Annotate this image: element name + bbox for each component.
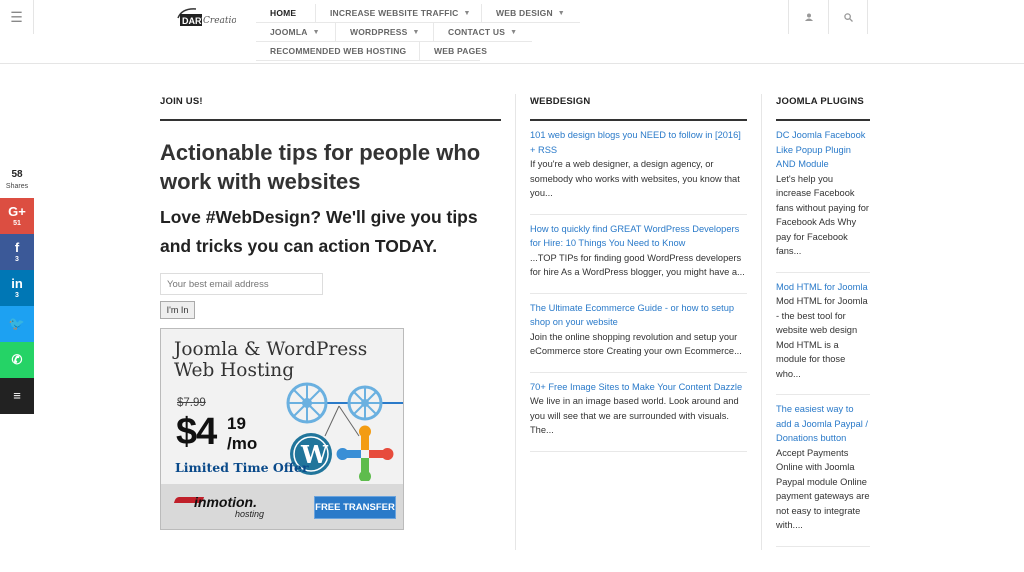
- join-subhead: Love #WebDesign? We'll give you tips and…: [160, 207, 478, 256]
- joomla-plugins-section: JOOMLA PLUGINS DC Joomla Facebook Like P…: [776, 96, 870, 547]
- post-link[interactable]: 101 web design blogs you NEED to follow …: [530, 128, 747, 157]
- column-divider: [515, 94, 516, 550]
- google-plus-share-button[interactable]: G+ 51: [0, 198, 34, 234]
- caret-down-icon: ▼: [412, 28, 420, 36]
- nav-item-wordpress[interactable]: WORDPRESS ▼: [336, 23, 434, 42]
- share-count-label: Shares: [5, 183, 29, 190]
- nav-item-label: CONTACT US: [448, 27, 506, 37]
- caret-down-icon: ▼: [463, 9, 471, 17]
- post-excerpt: Accept Payments Online with Joomla Paypa…: [776, 447, 870, 531]
- linkedin-icon: in: [11, 275, 23, 291]
- email-field[interactable]: [160, 273, 323, 295]
- post-excerpt: ...TOP TIPs for finding good WordPress d…: [530, 252, 745, 278]
- site-header: ☰ DART Creations HOME INCREASE WEBSITE TR…: [0, 0, 1024, 64]
- google-plus-share-count: 51: [13, 219, 21, 227]
- nav-item-label: JOOMLA: [270, 27, 308, 37]
- caret-down-icon: ▼: [510, 28, 518, 36]
- post-excerpt: Let's help you increase Facebook fans wi…: [776, 173, 870, 257]
- nav-item-label: RECOMMENDED WEB HOSTING: [270, 46, 407, 56]
- menu-icon[interactable]: ☰: [0, 0, 34, 34]
- post-item: 70+ Free Image Sites to Make Your Conten…: [530, 373, 747, 452]
- join-headline: Actionable tips for people who work with…: [160, 140, 481, 194]
- facebook-share-count: 3: [15, 255, 19, 263]
- post-item: 101 web design blogs you NEED to follow …: [530, 121, 747, 215]
- join-title: JOIN US!: [160, 96, 501, 121]
- nav-row: JOOMLA ▼ WORDPRESS ▼ CONTACT US ▼: [256, 23, 580, 42]
- site-logo[interactable]: DART Creations: [176, 6, 248, 28]
- post-link[interactable]: The Ultimate Ecommerce Guide - or how to…: [530, 301, 747, 330]
- ad-offer: Limited Time Offer: [175, 460, 309, 475]
- nav-item-label: WORDPRESS: [350, 27, 408, 37]
- post-item: The Ultimate Ecommerce Guide - or how to…: [530, 294, 747, 373]
- whatsapp-icon: ✆: [11, 352, 23, 367]
- caret-down-icon: ▼: [312, 28, 320, 36]
- post-item: Mod HTML for Joomla Mod HTML for Joomla -…: [776, 273, 870, 395]
- twitter-icon: 🐦: [8, 316, 26, 331]
- post-link[interactable]: DC Joomla Facebook Like Popup Plugin AND…: [776, 128, 870, 172]
- webdesign-section: WEBDESIGN 101 web design blogs you NEED …: [530, 96, 747, 452]
- linkedin-share-count: 3: [15, 291, 19, 299]
- free-transfer-button[interactable]: FREE TRANSFER: [314, 496, 396, 519]
- ad-footer: inmotion. hosting FREE TRANSFER: [161, 484, 403, 529]
- nav-row: HOME INCREASE WEBSITE TRAFFIC ▼ WEB DESIGN ▼: [256, 4, 580, 23]
- nav-item-increase-website-traffic[interactable]: INCREASE WEBSITE TRAFFIC ▼: [316, 4, 482, 23]
- user-icon[interactable]: [788, 0, 828, 34]
- twitter-share-button[interactable]: 🐦: [0, 306, 34, 342]
- post-excerpt: We live in an image based world. Look ar…: [530, 396, 739, 435]
- post-excerpt: Join the online shopping revolution and …: [530, 331, 742, 357]
- nav-item-label: INCREASE WEBSITE TRAFFIC: [330, 8, 459, 18]
- post-item: How to quickly find GREAT WordPress Deve…: [530, 215, 747, 294]
- buffer-share-button[interactable]: ≡: [0, 378, 34, 414]
- post-link[interactable]: The easiest way to add a Joomla Paypal /…: [776, 402, 870, 446]
- ad-title: Joomla & WordPress Web Hosting: [174, 339, 368, 381]
- joomla-plugins-title: JOOMLA PLUGINS: [776, 96, 870, 121]
- post-link[interactable]: Mod HTML for Joomla: [776, 280, 870, 295]
- nav-row: RECOMMENDED WEB HOSTING WEB PAGES: [256, 42, 580, 61]
- buffer-icon: ≡: [13, 388, 21, 403]
- nav-item-recommended-web-hosting[interactable]: RECOMMENDED WEB HOSTING: [256, 42, 420, 61]
- ad-old-price: $7.99: [177, 397, 206, 409]
- social-share-bar: 58 Shares G+ 51 f 3 in 3 🐦 ✆ ≡: [0, 168, 34, 414]
- hosting-ad-banner[interactable]: Joomla & WordPress Web Hosting $7.99 $4 …: [160, 328, 404, 530]
- share-count: 58: [11, 169, 23, 180]
- nav-item-label: WEB DESIGN: [496, 8, 553, 18]
- nav-item-web-pages[interactable]: WEB PAGES: [420, 42, 487, 61]
- post-link[interactable]: 70+ Free Image Sites to Make Your Conten…: [530, 380, 747, 395]
- join-section: JOIN US! Actionable tips for people who …: [160, 96, 501, 319]
- ad-price: $4 19 /mo: [176, 411, 258, 453]
- ad-brand: inmotion.: [194, 494, 257, 510]
- svg-text:Creations: Creations: [203, 16, 236, 26]
- facebook-share-button[interactable]: f3: [0, 234, 34, 270]
- nav-item-label: HOME: [270, 8, 297, 18]
- search-icon[interactable]: [828, 0, 868, 34]
- webdesign-title: WEBDESIGN: [530, 96, 747, 121]
- nav-item-contact-us[interactable]: CONTACT US ▼: [434, 23, 532, 42]
- signup-button[interactable]: I'm In: [160, 301, 195, 319]
- post-link[interactable]: How to quickly find GREAT WordPress Deve…: [530, 222, 747, 251]
- nav-item-home[interactable]: HOME: [256, 4, 316, 23]
- facebook-icon: f: [14, 239, 20, 255]
- whatsapp-share-button[interactable]: ✆: [0, 342, 34, 378]
- post-item: DC Joomla Facebook Like Popup Plugin AND…: [776, 121, 870, 273]
- post-excerpt: If you're a web designer, a design agenc…: [530, 159, 740, 198]
- linkedin-share-button[interactable]: in 3: [0, 270, 34, 306]
- nav-item-web-design[interactable]: WEB DESIGN ▼: [482, 4, 580, 23]
- nav-item-label: WEB PAGES: [434, 46, 488, 56]
- main-nav: HOME INCREASE WEBSITE TRAFFIC ▼ WEB DESIGN ▼…: [256, 4, 580, 61]
- column-divider: [761, 94, 762, 550]
- google-plus-icon: G+: [8, 203, 26, 219]
- ad-brand-sub: hosting: [235, 509, 265, 519]
- nav-item-joomla[interactable]: JOOMLA ▼: [256, 23, 336, 42]
- post-excerpt: Mod HTML for Joomla - the best tool for …: [776, 296, 868, 379]
- caret-down-icon: ▼: [557, 9, 565, 17]
- post-item: The easiest way to add a Joomla Paypal /…: [776, 395, 870, 547]
